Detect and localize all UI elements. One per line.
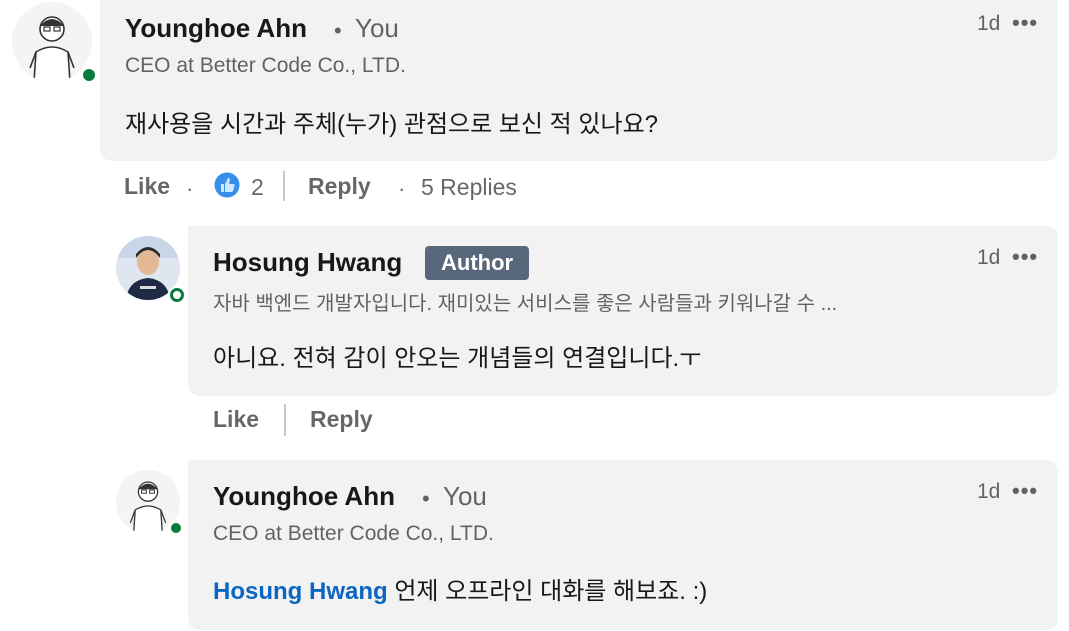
comment-timestamp: 1d bbox=[977, 12, 1001, 35]
reaction-count[interactable]: 2 bbox=[251, 174, 264, 201]
reply-author-name[interactable]: Younghoe Ahn bbox=[213, 481, 395, 512]
reply-timestamp: 1d bbox=[977, 480, 1001, 503]
you-label: You bbox=[355, 13, 399, 43]
more-options-icon[interactable]: ••• bbox=[1012, 10, 1038, 36]
presence-indicator bbox=[80, 66, 98, 84]
reply-author-avatar[interactable] bbox=[116, 236, 184, 302]
presence-indicator bbox=[170, 288, 184, 302]
reply-button[interactable]: Reply bbox=[308, 173, 371, 200]
separator-dot: • bbox=[334, 18, 342, 43]
separator-dot: · bbox=[398, 176, 406, 201]
more-options-icon[interactable]: ••• bbox=[1012, 244, 1038, 270]
author-avatar[interactable] bbox=[12, 2, 98, 84]
thumbs-up-reaction-icon[interactable] bbox=[213, 171, 241, 199]
like-button[interactable]: Like bbox=[213, 406, 259, 433]
comment-author-headline: CEO at Better Code Co., LTD. bbox=[125, 54, 406, 77]
reply-text-content: 언제 오프라인 대화를 해보죠. :) bbox=[387, 578, 708, 605]
comment-text: 재사용을 시간과 주체(누가) 관점으로 보신 적 있나요? bbox=[125, 111, 659, 138]
mention-link[interactable]: Hosung Hwang bbox=[213, 578, 388, 605]
presence-indicator bbox=[168, 520, 184, 536]
separator-dot: • bbox=[422, 486, 430, 511]
more-options-icon[interactable]: ••• bbox=[1012, 478, 1038, 504]
you-label: You bbox=[443, 481, 487, 511]
reply-author-avatar[interactable] bbox=[116, 470, 184, 536]
reply-author-name[interactable]: Hosung Hwang bbox=[213, 247, 402, 278]
action-divider bbox=[283, 171, 285, 201]
reply-text: 아니요. 전혀 감이 안오는 개념들의 연결입니다.ㅜ bbox=[213, 345, 702, 372]
action-divider bbox=[284, 404, 286, 436]
reply-button[interactable]: Reply bbox=[310, 406, 373, 433]
author-badge: Author bbox=[425, 246, 530, 280]
replies-count-link[interactable]: 5 Replies bbox=[421, 174, 517, 201]
comment-author-name[interactable]: Younghoe Ahn bbox=[125, 13, 307, 44]
reply-text: Hosung Hwang 언제 오프라인 대화를 해보죠. :) bbox=[213, 571, 707, 606]
reply-timestamp: 1d bbox=[977, 246, 1001, 269]
like-button[interactable]: Like bbox=[124, 173, 170, 200]
reply-author-headline: 자바 백엔드 개발자입니다. 재미있는 서비스를 좋은 사람들과 키워나갈 수 … bbox=[213, 293, 838, 315]
separator-dot: · bbox=[186, 176, 194, 201]
reply-author-headline: CEO at Better Code Co., LTD. bbox=[213, 522, 494, 545]
